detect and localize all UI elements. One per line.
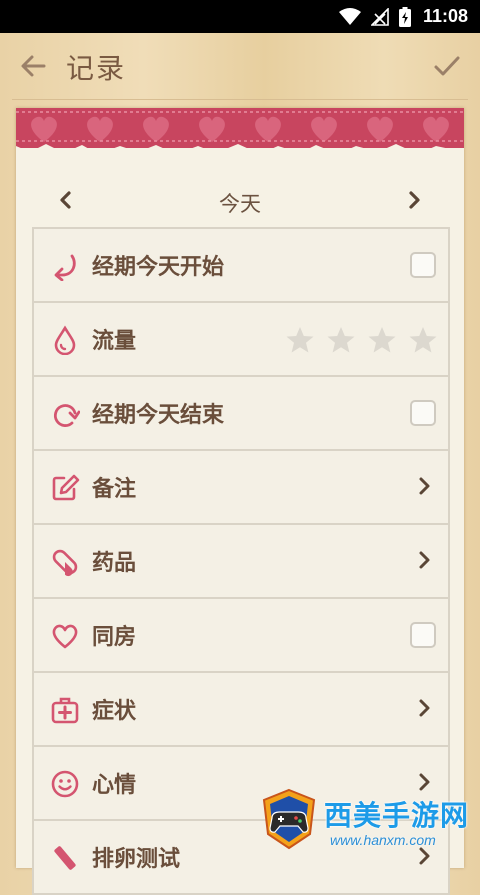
arrow-left-icon[interactable] (18, 51, 48, 81)
watermark-text: 西美手游网 (324, 799, 470, 832)
gamepad-logo-icon (262, 788, 316, 850)
page-title: 记录 (66, 52, 127, 85)
period-start-icon (54, 254, 76, 281)
row-label: 备注 (92, 477, 137, 502)
row-medicine[interactable]: 药品 (34, 525, 448, 599)
row-notes[interactable]: 备注 (34, 451, 448, 525)
row-period-end[interactable]: 经期今天结束 (34, 377, 448, 451)
period-end-checkbox[interactable] (410, 400, 436, 426)
row-intimacy[interactable]: 同房 (34, 599, 448, 673)
heart-ribbon (16, 108, 464, 160)
row-label: 症状 (92, 699, 137, 724)
chevron-right-icon[interactable] (404, 190, 424, 210)
pill-icon (52, 549, 78, 577)
row-label: 流量 (92, 329, 137, 354)
period-start-checkbox[interactable] (410, 252, 436, 278)
row-label: 同房 (92, 625, 137, 650)
heart-icon (52, 624, 78, 649)
status-icons (338, 6, 411, 27)
row-symptoms[interactable]: 症状 (34, 673, 448, 747)
drop-icon (54, 325, 76, 355)
chevron-right-icon (419, 699, 430, 717)
smile-icon (51, 770, 79, 798)
watermark: 西美手游网 www.hanxm.com (258, 786, 480, 853)
chevron-right-icon (419, 551, 430, 569)
flow-rating[interactable] (285, 325, 438, 355)
row-label: 经期今天开始 (92, 255, 225, 280)
star-icon[interactable] (326, 325, 356, 355)
app-bar-divider (12, 99, 468, 100)
star-icon[interactable] (408, 325, 438, 355)
star-icon[interactable] (285, 325, 315, 355)
row-label: 心情 (92, 773, 137, 798)
app-bar: 记录 (0, 33, 480, 99)
row-label: 排卵测试 (92, 847, 181, 872)
intimacy-checkbox[interactable] (410, 622, 436, 648)
current-date: 今天 (219, 192, 261, 216)
edit-icon (52, 474, 80, 501)
row-period-start[interactable]: 经期今天开始 (34, 229, 448, 303)
star-icon[interactable] (367, 325, 397, 355)
battery-charging-icon (398, 6, 411, 27)
period-end-icon (53, 404, 80, 427)
chevron-right-icon (419, 477, 430, 495)
row-label: 药品 (92, 551, 137, 576)
watermark-url: www.hanxm.com (330, 832, 436, 848)
date-navigator: 今天 (16, 178, 464, 222)
row-label: 经期今天结束 (92, 403, 225, 428)
signal-icon (370, 7, 389, 26)
check-icon[interactable] (432, 51, 462, 81)
record-card: 今天 经期今天开始 流量 经期今天结束 备注 药品 同房 症状 心情 排卵测试 (16, 108, 464, 895)
wifi-icon (338, 7, 361, 25)
status-time: 11:08 (422, 6, 468, 26)
row-flow: 流量 (34, 303, 448, 377)
status-bar: 11:08 (0, 0, 480, 33)
medical-kit-icon (51, 697, 79, 724)
test-strip-icon (54, 846, 76, 870)
